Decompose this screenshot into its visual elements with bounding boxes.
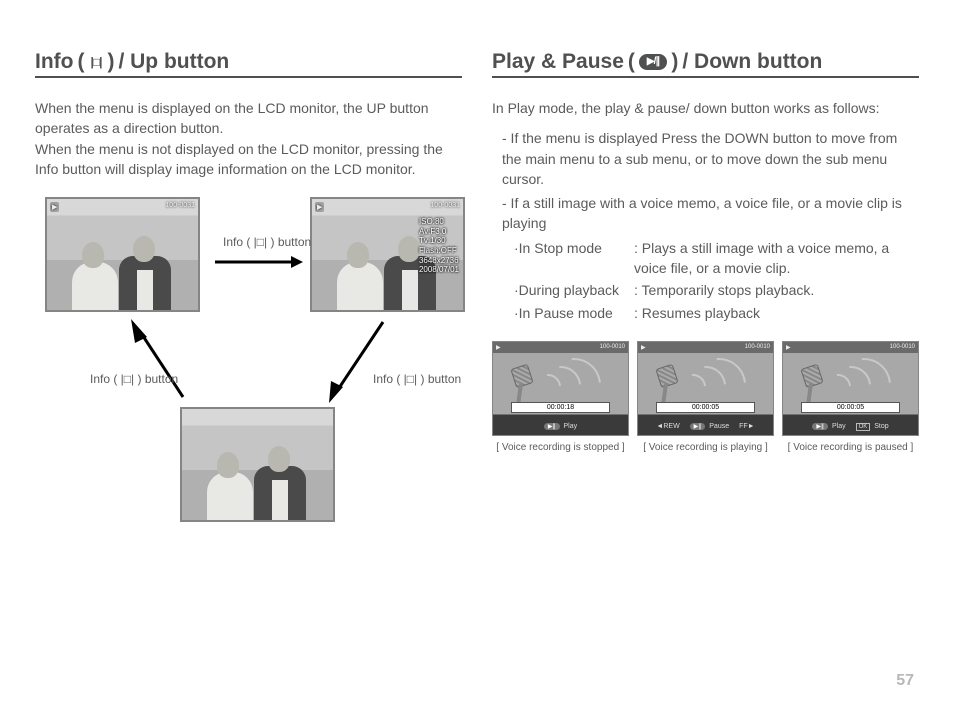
file-number: 100-0010	[890, 344, 915, 351]
play-mode-icon: ▶	[315, 202, 324, 212]
diagram-label: Info ( |□| ) button	[373, 372, 461, 386]
diagram-label: Info ( |□| ) button	[90, 372, 178, 386]
bullet-item: - If the menu is displayed Press the DOW…	[502, 128, 919, 189]
exif-overlay: ISO:80 Av:F3.0 Tv:1/30 Flash:OFF 3648x27…	[419, 217, 459, 275]
voice-thumb-playing: ▶ 100-0010 00:00:05 ◄REW ▶∥Pause FF► [ Vo…	[637, 341, 774, 453]
info-cycle-diagram: ▶ 100-0031 ▶ 100-0031 I	[35, 197, 462, 577]
title-text: Play & Pause	[492, 50, 624, 74]
lcd-preview-clean	[180, 407, 335, 522]
left-paragraph: When the menu is displayed on the LCD mo…	[35, 98, 462, 179]
mode-label: ·In Pause mode	[514, 303, 634, 323]
ok-label: OK	[856, 423, 871, 431]
paren-close: )	[671, 50, 678, 74]
mode-desc: : Plays a still image with a voice memo,…	[634, 238, 919, 279]
bullet-item: - If a still image with a voice memo, a …	[502, 193, 919, 234]
voice-recording-thumbnails: ▶ 100-0010 00:00:18 ▶∥ Play [ Voice record…	[492, 341, 919, 453]
time-counter: 00:00:18	[511, 402, 610, 413]
play-pause-pill-icon: ▶∥	[690, 423, 706, 430]
file-number: 100-0010	[600, 344, 625, 351]
play-pause-icon: ▶/∥	[639, 54, 667, 70]
mode-desc: : Resumes playback	[634, 303, 919, 323]
exif-size: 3648x2736	[419, 256, 459, 266]
paren-open: (	[77, 50, 84, 74]
mode-label: ·In Stop mode	[514, 238, 634, 279]
exif-flash: Flash:OFF	[419, 246, 459, 256]
mode-list: ·In Stop mode : Plays a still image with…	[502, 238, 919, 323]
ff-icon: FF►	[739, 423, 754, 430]
ctrl-label: Stop	[874, 423, 888, 430]
arrow-a-to-b	[213, 252, 303, 272]
arrow-b-to-c	[323, 317, 393, 407]
diagram-label: Info ( |□| ) button	[223, 235, 311, 249]
play-mode-icon: ▶	[496, 344, 501, 351]
lcd-preview-basic: ▶ 100-0031	[45, 197, 200, 312]
thumb-caption: [ Voice recording is stopped ]	[492, 442, 629, 453]
ctrl-label: Pause	[709, 423, 729, 430]
play-pause-pill-icon: ▶∥	[544, 423, 560, 430]
play-mode-icon: ▶	[641, 344, 646, 351]
file-number: 100-0031	[165, 202, 195, 212]
lcd-preview-detailed: ▶ 100-0031 ISO:80 Av:F3.0 Tv:1/30 Flash:…	[310, 197, 465, 312]
arrow-c-to-a	[127, 317, 197, 407]
right-section-title: Play & Pause ( ▶/∥ ) / Down button	[492, 50, 919, 78]
info-icon	[88, 55, 103, 69]
left-column: Info ( ) / Up button When the menu is di…	[35, 50, 462, 577]
mode-label: ·During playback	[514, 280, 634, 300]
exif-iso: ISO:80	[419, 217, 459, 227]
ctrl-label: Play	[564, 423, 578, 430]
right-column: Play & Pause ( ▶/∥ ) / Down button In Pl…	[492, 50, 919, 577]
title-suffix: / Up button	[118, 50, 229, 74]
right-bullets: - If the menu is displayed Press the DOW…	[492, 128, 919, 323]
paren-close: )	[107, 50, 114, 74]
right-intro: In Play mode, the play & pause/ down but…	[492, 98, 919, 118]
exif-tv: Tv:1/30	[419, 236, 459, 246]
play-pause-pill-icon: ▶∥	[812, 423, 828, 430]
time-counter: 00:00:05	[801, 402, 900, 413]
thumb-caption: [ Voice recording is paused ]	[782, 442, 919, 453]
voice-thumb-paused: ▶ 100-0010 00:00:05 ▶∥ Play OK Stop [ Voic…	[782, 341, 919, 453]
voice-thumb-stopped: ▶ 100-0010 00:00:18 ▶∥ Play [ Voice record…	[492, 341, 629, 453]
title-suffix: / Down button	[682, 50, 822, 74]
file-number: 100-0010	[745, 344, 770, 351]
time-counter: 00:00:05	[656, 402, 755, 413]
page-number: 57	[896, 672, 914, 690]
left-section-title: Info ( ) / Up button	[35, 50, 462, 78]
title-text: Info	[35, 50, 73, 74]
thumb-caption: [ Voice recording is playing ]	[637, 442, 774, 453]
mode-desc: : Temporarily stops playback.	[634, 280, 919, 300]
exif-av: Av:F3.0	[419, 227, 459, 237]
paren-open: (	[628, 50, 635, 74]
rew-icon: ◄REW	[656, 423, 679, 430]
file-number: 100-0031	[430, 202, 460, 212]
play-mode-icon: ▶	[786, 344, 791, 351]
exif-date: 2008/07/01	[419, 265, 459, 275]
ctrl-label: Play	[832, 423, 846, 430]
play-mode-icon: ▶	[50, 202, 59, 212]
